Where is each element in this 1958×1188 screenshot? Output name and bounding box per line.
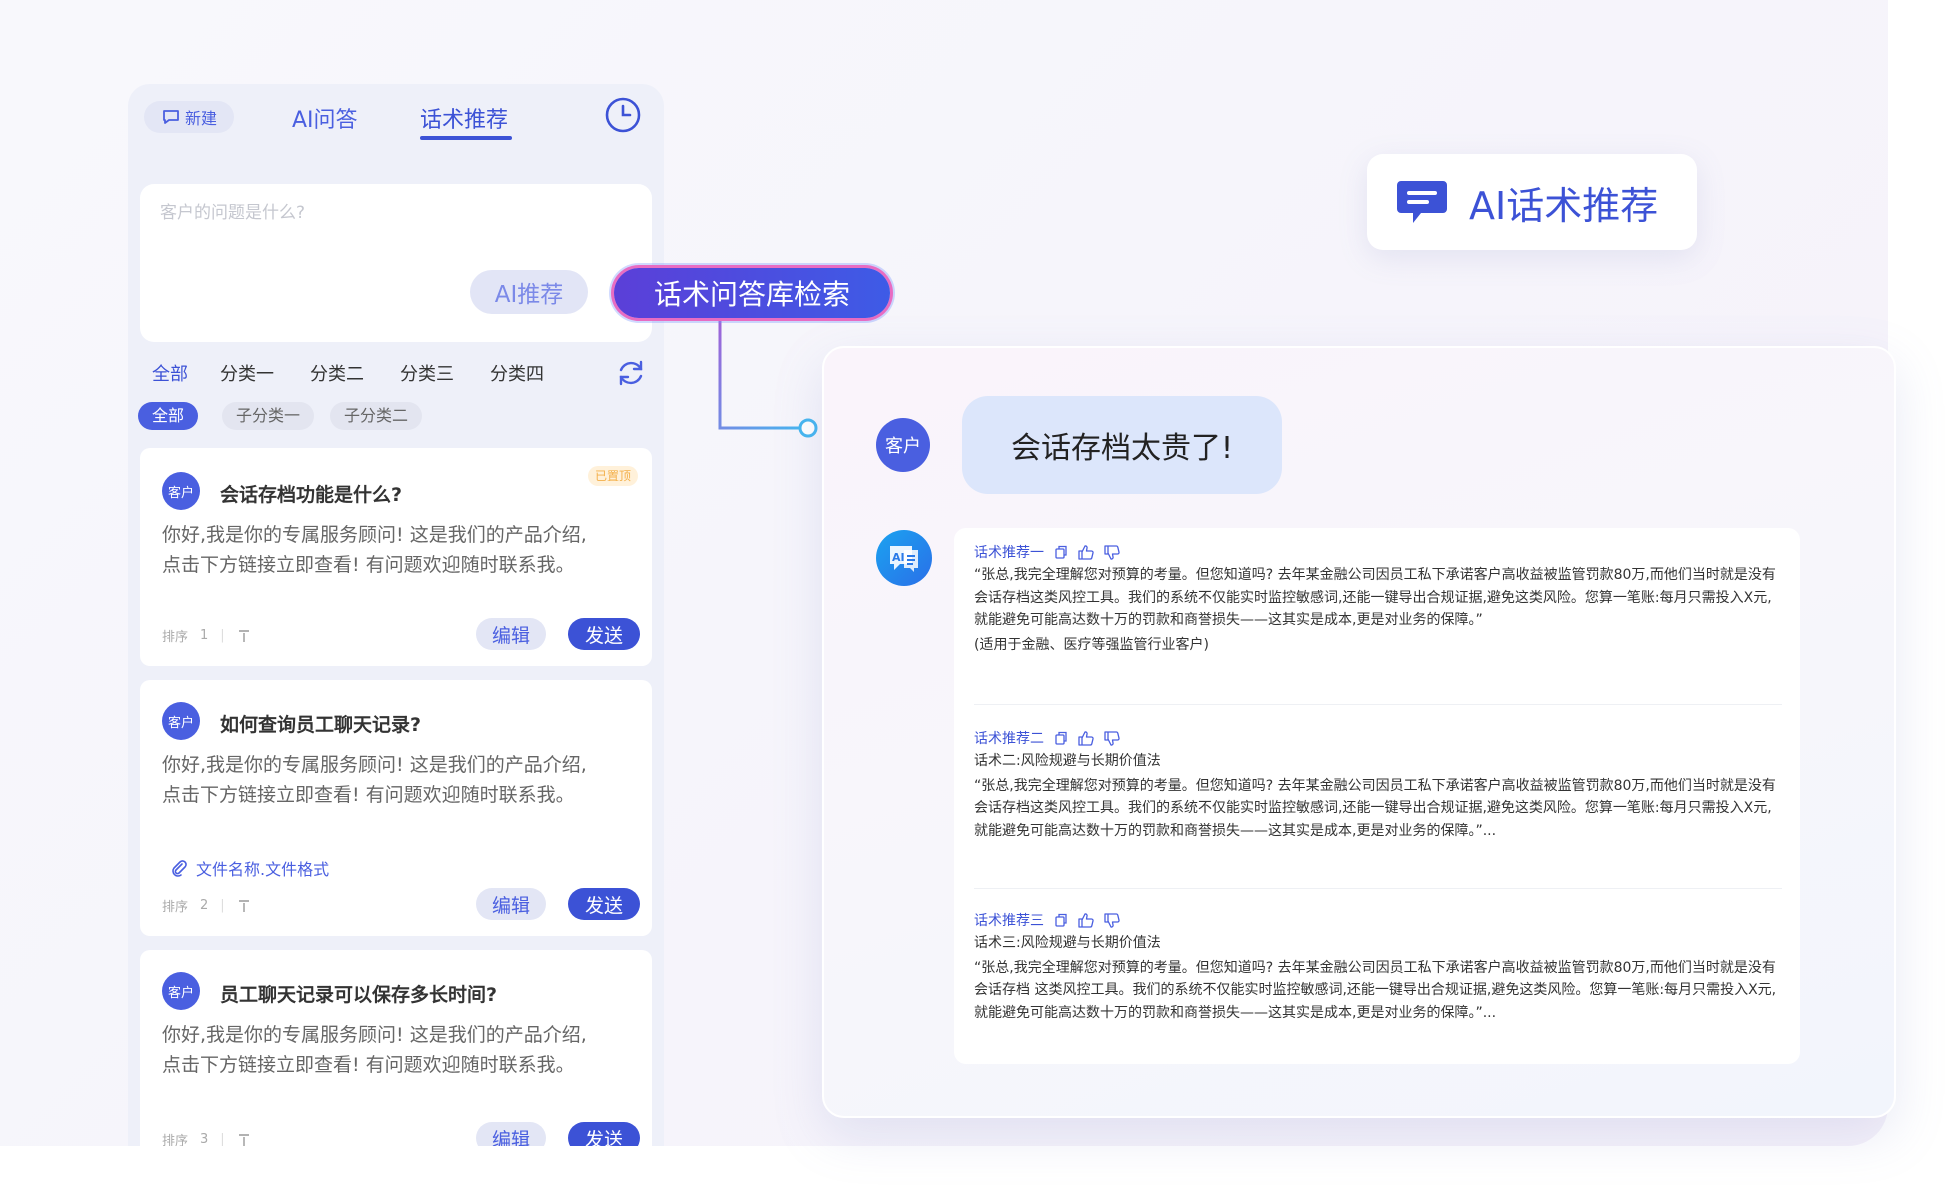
thumbs-up-icon[interactable] — [1078, 912, 1094, 928]
copy-icon[interactable] — [1054, 913, 1068, 927]
sort-label: 排序 — [162, 900, 189, 915]
pin-to-top-icon[interactable] — [237, 1133, 251, 1147]
svg-text:AI: AI — [892, 551, 905, 564]
pin-to-top-icon[interactable] — [237, 899, 251, 913]
attachment-name: 文件名称.文件格式 — [196, 860, 330, 879]
send-button[interactable]: 发送 — [568, 888, 640, 920]
meta-divider: | — [220, 1132, 225, 1146]
card-answer: 你好,我是你的专属服务顾问! 这是我们的产品介绍,点击下方链接立即查看! 有问题… — [162, 754, 587, 806]
thumbs-up-icon[interactable] — [1078, 544, 1094, 560]
card-meta: 排序 2 | — [162, 896, 251, 915]
recommendation-header: 话术推荐三 — [974, 910, 1782, 930]
card-meta: 排序 1 | — [162, 626, 251, 645]
edit-button[interactable]: 编辑 — [476, 618, 546, 650]
connector-line — [718, 318, 818, 438]
script-card[interactable]: 客户 会话存档功能是什么? 已置顶 你好,我是你的专属服务顾问! 这是我们的产品… — [140, 448, 652, 666]
recommendation-header: 话术推荐二 — [974, 728, 1782, 748]
recommendation-title: 话术推荐二 — [974, 731, 1044, 747]
chat-panel: 客户 会话存档太贵了! AI 话术推荐一 “张总,我完全理解您对预算的考量。但您… — [822, 346, 1896, 1118]
copy-icon[interactable] — [1054, 731, 1068, 745]
card-question: 如何查询员工聊天记录? — [220, 714, 422, 736]
recommendation-item: 话术推荐二 话术二:风险规避与长期价值法 “张总,我完全理解您对预算的考量。但您… — [974, 728, 1782, 842]
attachment-link[interactable]: 文件名称.文件格式 — [170, 856, 329, 880]
ai-script-recommend-header: AI话术推荐 — [1367, 154, 1697, 250]
customer-avatar: 客户 — [876, 418, 930, 472]
copy-icon[interactable] — [1054, 545, 1068, 559]
recommendation-header: 话术推荐一 — [974, 542, 1782, 562]
script-library-search-badge: 话术问答库检索 — [614, 268, 890, 318]
recommendation-note: (适用于金融、医疗等强监管行业客户) — [974, 636, 1209, 653]
customer-avatar: 客户 — [162, 472, 200, 510]
ai-header-title: AI话术推荐 — [1469, 183, 1659, 228]
send-button[interactable]: 发送 — [568, 618, 640, 650]
sort-value: 3 — [200, 1132, 209, 1146]
customer-avatar: 客户 — [162, 972, 200, 1010]
recommendation-subtitle: 话术三:风险规避与长期价值法 — [974, 935, 1161, 951]
recommendation-text: “张总,我完全理解您对预算的考量。但您知道吗? 去年某金融公司因员工私下承诺客户… — [974, 959, 1777, 1021]
card-meta: 排序 3 | — [162, 1130, 251, 1146]
recommendation-title: 话术推荐三 — [974, 913, 1044, 929]
recommendation-item: 话术推荐一 “张总,我完全理解您对预算的考量。但您知道吗? 去年某金融公司因员工… — [974, 542, 1782, 656]
ai-reply-card: 话术推荐一 “张总,我完全理解您对预算的考量。但您知道吗? 去年某金融公司因员工… — [954, 528, 1800, 1064]
card-question: 员工聊天记录可以保存多长时间? — [220, 984, 498, 1006]
thumbs-down-icon[interactable] — [1104, 544, 1120, 560]
thumbs-up-icon[interactable] — [1078, 730, 1094, 746]
recommendation-item: 话术推荐三 话术三:风险规避与长期价值法 “张总,我完全理解您对预算的考量。但您… — [974, 910, 1782, 1024]
meta-divider: | — [220, 628, 225, 643]
recommendation-text: “张总,我完全理解您对预算的考量。但您知道吗? 去年某金融公司因员工私下承诺客户… — [974, 567, 1776, 628]
recommendation-divider — [974, 888, 1782, 889]
thumbs-down-icon[interactable] — [1104, 912, 1120, 928]
meta-divider: | — [220, 898, 225, 913]
script-card[interactable]: 客户 如何查询员工聊天记录? 你好,我是你的专属服务顾问! 这是我们的产品介绍,… — [140, 680, 652, 936]
sort-value: 2 — [200, 898, 209, 913]
recommendation-subtitle: 话术二:风险规避与长期价值法 — [974, 753, 1161, 769]
pin-top-icon: 已置顶 — [587, 466, 638, 486]
thumbs-down-icon[interactable] — [1104, 730, 1120, 746]
sort-label: 排序 — [162, 630, 189, 645]
edit-button[interactable]: 编辑 — [476, 1122, 546, 1146]
script-card[interactable]: 客户 员工聊天记录可以保存多长时间? 你好,我是你的专属服务顾问! 这是我们的产… — [140, 950, 652, 1146]
sort-value: 1 — [200, 628, 209, 643]
ai-assistant-icon: AI — [876, 530, 932, 586]
send-button[interactable]: 发送 — [568, 1122, 640, 1146]
edit-button[interactable]: 编辑 — [476, 888, 546, 920]
customer-avatar: 客户 — [162, 702, 200, 740]
sort-label: 排序 — [162, 1134, 189, 1146]
recommendation-divider — [974, 704, 1782, 705]
chat-bubble-icon — [1397, 181, 1447, 223]
card-answer: 你好,我是你的专属服务顾问! 这是我们的产品介绍,点击下方链接立即查看! 有问题… — [162, 524, 587, 576]
card-question: 会话存档功能是什么? — [220, 484, 403, 506]
pin-to-top-icon[interactable] — [237, 629, 251, 643]
paperclip-icon — [172, 860, 187, 877]
recommendation-text: “张总,我完全理解您对预算的考量。但您知道吗? 去年某金融公司因员工私下承诺客户… — [974, 777, 1776, 839]
customer-message: 会话存档太贵了! — [962, 396, 1282, 494]
recommendation-title: 话术推荐一 — [974, 545, 1044, 561]
card-answer: 你好,我是你的专属服务顾问! 这是我们的产品介绍,点击下方链接立即查看! 有问题… — [162, 1024, 587, 1076]
